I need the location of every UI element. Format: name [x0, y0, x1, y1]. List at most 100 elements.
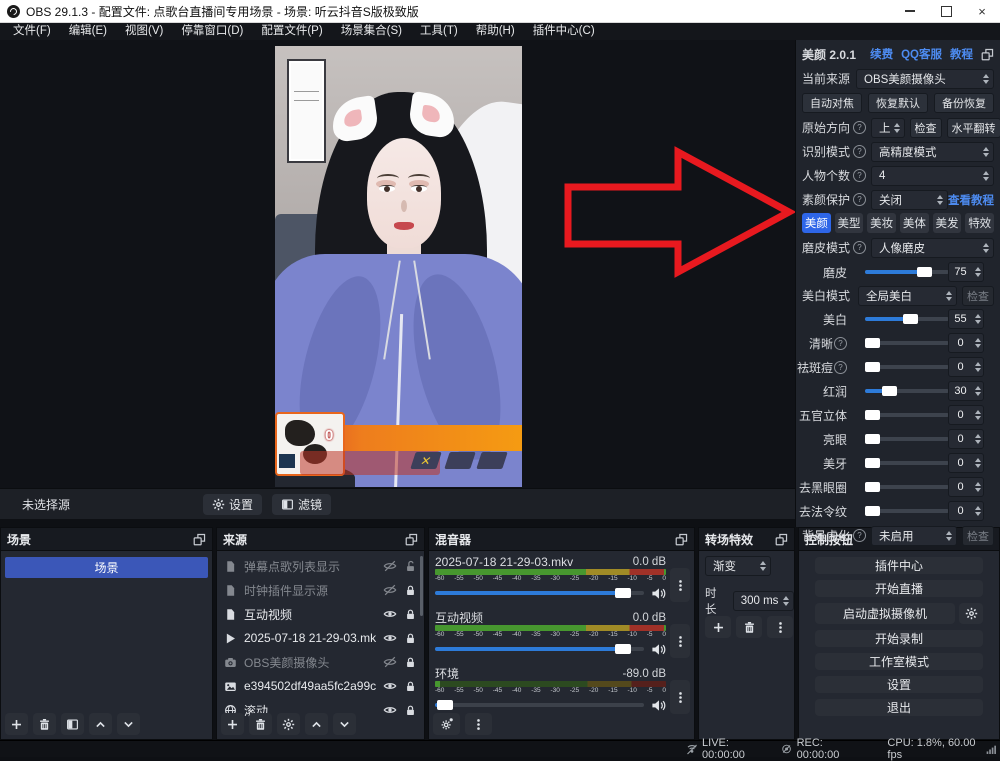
backup-restore-button[interactable]: 备份恢复: [934, 93, 994, 113]
sources-scrollbar[interactable]: [420, 556, 423, 616]
qq-support-link[interactable]: QQ客服: [901, 46, 942, 62]
studio-mode-button[interactable]: 工作室模式: [815, 653, 983, 670]
help-icon[interactable]: ?: [853, 121, 866, 134]
advanced-audio-button[interactable]: [433, 713, 460, 735]
volume-slider[interactable]: [435, 703, 644, 707]
detach-icon[interactable]: [405, 533, 418, 546]
help-icon[interactable]: ?: [853, 145, 866, 158]
source-row[interactable]: 时钟插件显示源: [217, 578, 424, 602]
detach-icon[interactable]: [775, 533, 788, 546]
start-virtual-camera-button[interactable]: 启动虚拟摄像机: [815, 603, 955, 624]
track-menu-button[interactable]: [670, 624, 690, 658]
mixer-menu-button[interactable]: [465, 713, 492, 735]
start-recording-button[interactable]: 开始录制: [815, 630, 983, 647]
bright-eyes-slider[interactable]: [865, 437, 949, 441]
tab-reshape[interactable]: 美型: [835, 213, 864, 233]
orientation-dropdown[interactable]: 上: [871, 118, 905, 138]
transition-duration-spinbox[interactable]: 300 ms: [733, 591, 794, 611]
tab-effects[interactable]: 特效: [965, 213, 994, 233]
close-button[interactable]: ×: [964, 0, 1000, 22]
eye-off-icon[interactable]: [383, 583, 397, 597]
volume-slider[interactable]: [435, 591, 644, 595]
view-tutorial-link[interactable]: 查看教程: [948, 192, 994, 208]
settings-button[interactable]: 设置: [815, 676, 983, 693]
transition-menu-button[interactable]: [767, 616, 793, 638]
detach-icon[interactable]: [193, 533, 206, 546]
source-row[interactable]: e394502df49aa5fc2a99cd2e7c: [217, 674, 424, 698]
help-icon[interactable]: ?: [834, 361, 847, 374]
smooth-value-spinbox[interactable]: 75: [948, 262, 984, 282]
lock-icon[interactable]: [404, 680, 417, 693]
blemish-value-spinbox[interactable]: 0: [948, 357, 984, 377]
minimize-button[interactable]: [892, 0, 928, 22]
start-streaming-button[interactable]: 开始直播: [815, 580, 983, 597]
scene-up-button[interactable]: [89, 713, 112, 735]
menu-profile[interactable]: 配置文件(P): [252, 23, 331, 40]
white-check-button[interactable]: 检查: [962, 286, 994, 306]
menu-file[interactable]: 文件(F): [4, 23, 60, 40]
eye-icon[interactable]: [383, 607, 397, 621]
source-row[interactable]: 弹幕点歌列表显示: [217, 554, 424, 578]
source-down-button[interactable]: [333, 713, 356, 735]
smooth-slider[interactable]: [865, 270, 949, 274]
bg-blur-dropdown[interactable]: 未启用: [871, 526, 957, 546]
volume-slider[interactable]: [435, 647, 644, 651]
white-mode-dropdown[interactable]: 全局美白: [858, 286, 957, 306]
people-count-spinbox[interactable]: 4: [871, 166, 994, 186]
help-icon[interactable]: ?: [853, 241, 866, 254]
lock-icon[interactable]: [404, 632, 417, 645]
eye-icon[interactable]: [383, 631, 397, 645]
bg-blur-check-button[interactable]: 检查: [962, 526, 994, 546]
help-icon[interactable]: ?: [853, 529, 866, 542]
scene-list-item[interactable]: 场景: [5, 557, 208, 578]
teeth-slider[interactable]: [865, 461, 949, 465]
detach-icon[interactable]: [981, 48, 994, 61]
whiten-slider[interactable]: [865, 317, 949, 321]
eye-off-icon[interactable]: [383, 655, 397, 669]
eye-icon[interactable]: [383, 679, 397, 693]
tab-beauty[interactable]: 美颜: [802, 213, 831, 233]
rosy-value-spinbox[interactable]: 30: [948, 381, 984, 401]
orientation-check-button[interactable]: 检查: [910, 118, 942, 138]
source-up-button[interactable]: [305, 713, 328, 735]
eye-icon[interactable]: [383, 703, 397, 717]
scene-down-button[interactable]: [117, 713, 140, 735]
bright-eyes-value-spinbox[interactable]: 0: [948, 429, 984, 449]
lock-icon[interactable]: [404, 608, 417, 621]
menu-view[interactable]: 视图(V): [116, 23, 172, 40]
tab-makeup[interactable]: 美妆: [867, 213, 896, 233]
add-source-button[interactable]: [221, 713, 244, 735]
eye-off-icon[interactable]: [383, 559, 397, 573]
lock-icon[interactable]: [404, 656, 417, 669]
clarity-slider[interactable]: [865, 341, 949, 345]
autofocus-button[interactable]: 自动对焦: [802, 93, 862, 113]
add-scene-button[interactable]: [5, 713, 28, 735]
track-menu-button[interactable]: [670, 568, 690, 602]
source-row[interactable]: 互动视频: [217, 602, 424, 626]
source-properties-button[interactable]: [277, 713, 300, 735]
remove-source-button[interactable]: [249, 713, 272, 735]
dark-circles-value-spinbox[interactable]: 0: [948, 477, 984, 497]
renew-link[interactable]: 续费: [870, 46, 893, 62]
add-transition-button[interactable]: [705, 616, 731, 638]
detect-mode-dropdown[interactable]: 高精度模式: [871, 142, 994, 162]
help-icon[interactable]: ?: [834, 337, 847, 350]
menu-docks[interactable]: 停靠窗口(D): [172, 23, 252, 40]
lock-icon[interactable]: [404, 584, 417, 597]
detach-icon[interactable]: [675, 533, 688, 546]
transition-type-dropdown[interactable]: 渐变: [705, 556, 771, 576]
smooth-mode-dropdown[interactable]: 人像磨皮: [871, 238, 994, 258]
blemish-slider[interactable]: [865, 365, 949, 369]
speaker-icon[interactable]: [651, 642, 666, 657]
track-menu-button[interactable]: [670, 680, 690, 714]
tab-body[interactable]: 美体: [900, 213, 929, 233]
virtual-camera-settings-button[interactable]: [959, 603, 983, 624]
source-settings-button[interactable]: 设置: [203, 494, 262, 515]
face-protect-dropdown[interactable]: 关闭: [871, 190, 948, 210]
clarity-value-spinbox[interactable]: 0: [948, 333, 984, 353]
current-source-dropdown[interactable]: OBS美颜摄像头: [856, 69, 994, 89]
source-filters-button[interactable]: 滤镜: [272, 494, 331, 515]
menu-scene-collection[interactable]: 场景集合(S): [332, 23, 411, 40]
whiten-value-spinbox[interactable]: 55: [948, 309, 984, 329]
face-3d-slider[interactable]: [865, 413, 949, 417]
